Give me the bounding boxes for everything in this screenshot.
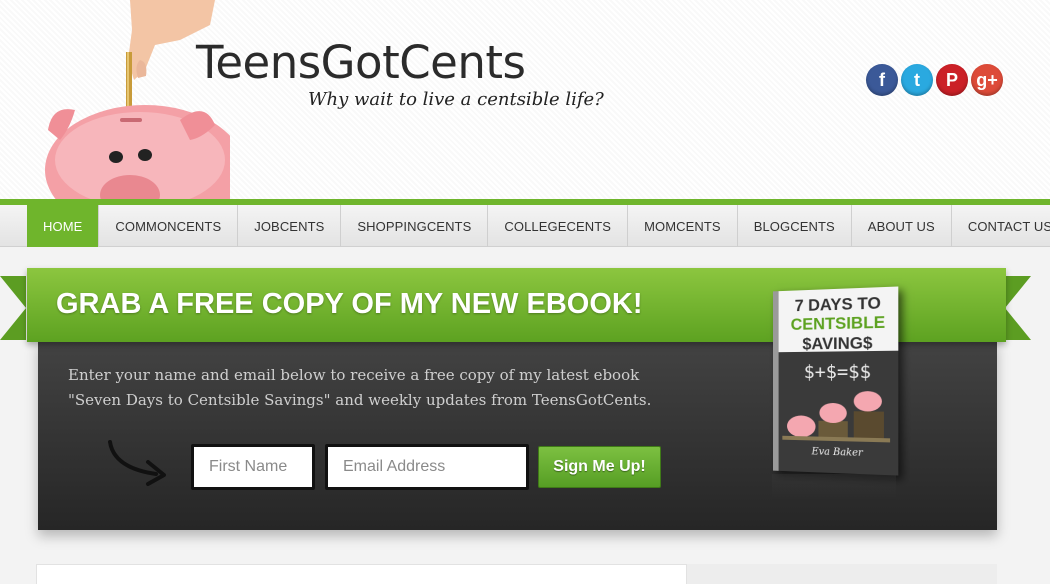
piggy-banks-illustration bbox=[782, 391, 891, 443]
nav-item-collegecents[interactable]: COLLEGECENTS bbox=[488, 205, 629, 247]
nav-list: HOME COMMONCENTS JOBCENTS SHOPPINGCENTS … bbox=[27, 205, 1050, 247]
social-links: f t P g+ bbox=[866, 64, 1003, 96]
google-plus-icon[interactable]: g+ bbox=[971, 64, 1003, 96]
main-nav: HOME COMMONCENTS JOBCENTS SHOPPINGCENTS … bbox=[0, 205, 1050, 247]
optin-description: Enter your name and email below to recei… bbox=[68, 366, 652, 409]
nav-item-shoppingcents[interactable]: SHOPPINGCENTS bbox=[341, 205, 489, 247]
first-name-field[interactable] bbox=[191, 444, 315, 490]
nav-item-about-us[interactable]: ABOUT US bbox=[852, 205, 952, 247]
nav-item-jobcents[interactable]: JOBCENTS bbox=[238, 205, 342, 247]
nav-item-contact-us[interactable]: CONTACT US bbox=[952, 205, 1050, 247]
site-title[interactable]: TeensGotCents bbox=[196, 36, 526, 89]
nav-item-commoncents[interactable]: COMMONCENTS bbox=[99, 205, 239, 247]
piggy-bank-logo[interactable] bbox=[30, 0, 230, 200]
sign-up-button[interactable]: Sign Me Up! bbox=[538, 446, 661, 488]
site-tagline: Why wait to live a centsible life? bbox=[308, 89, 604, 110]
site-header: TeensGotCents Why wait to live a centsib… bbox=[0, 0, 1050, 200]
ebook-cover-title-line2: CENTSIBLE bbox=[790, 312, 886, 334]
optin-banner-title: GRAB A FREE COPY OF MY NEW EBOOK! bbox=[56, 288, 643, 320]
ribbon-left-tail bbox=[0, 276, 26, 340]
nav-item-home[interactable]: HOME bbox=[27, 205, 100, 247]
ebook-cover-chalk-math: $+$=$$ bbox=[803, 360, 872, 384]
facebook-icon[interactable]: f bbox=[866, 64, 898, 96]
twitter-icon[interactable]: t bbox=[901, 64, 933, 96]
ebook-cover-title-line3: $AVING$ bbox=[802, 333, 873, 354]
email-field[interactable] bbox=[325, 444, 529, 490]
ribbon-right-tail bbox=[1005, 276, 1031, 340]
ebook-cover-author: Eva Baker bbox=[811, 446, 863, 459]
pinterest-icon[interactable]: P bbox=[936, 64, 968, 96]
sidebar-card bbox=[687, 564, 997, 584]
curved-arrow-icon bbox=[108, 440, 166, 486]
ebook-cover[interactable]: 7 DAYS TO CENTSIBLE $AVING$ $+$=$$ Eva B… bbox=[773, 286, 899, 476]
nav-item-momcents[interactable]: MOMCENTS bbox=[628, 205, 738, 247]
nav-item-blogcents[interactable]: BLOGCENTS bbox=[738, 205, 852, 247]
ebook-cover-reflection bbox=[772, 474, 896, 500]
content-card bbox=[36, 564, 687, 584]
